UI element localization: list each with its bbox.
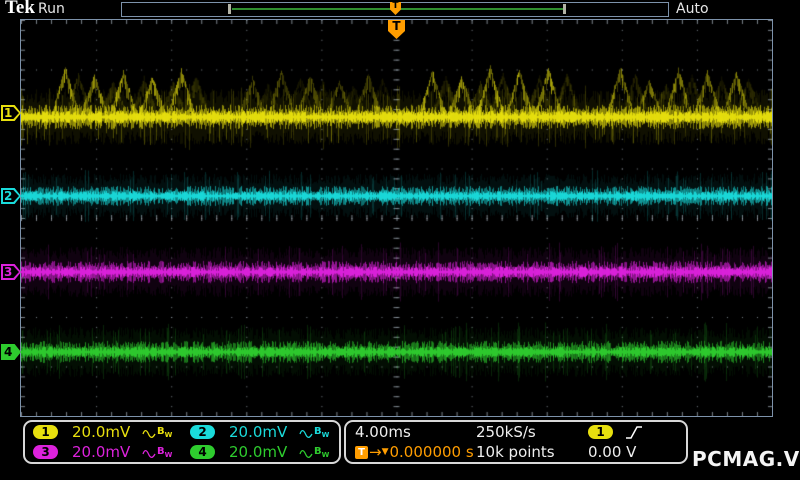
- channel-1-readout: 1 20.0mV BW: [25, 422, 182, 442]
- horizontal-readout-row: 4.00ms 250kS/s 1: [346, 422, 686, 442]
- record-length-readout: 10k points: [476, 443, 555, 461]
- channel-2-scale: 20.0mV: [229, 423, 288, 441]
- channel-1-badge: 1: [33, 425, 58, 439]
- record-view-bar: T: [121, 2, 669, 17]
- record-view-left-bracket: [228, 4, 231, 14]
- channel-3-badge: 3: [33, 445, 58, 459]
- tek-logo: Tek: [5, 0, 35, 18]
- trigger-readout-row: T → ▼ 0.000000 s 10k points 0.00 V: [346, 442, 686, 462]
- channel-3-marker-number: 3: [4, 265, 13, 279]
- trigger-mode: Auto: [676, 1, 709, 17]
- channel-4-badge: 4: [190, 445, 215, 459]
- channel-2-position-marker: 2: [1, 188, 21, 204]
- waveform-canvas: [21, 20, 772, 416]
- channel-2-marker-number: 2: [4, 189, 13, 203]
- trigger-position-group: T → ▼ 0.000000 s: [355, 443, 476, 461]
- channel-2-coupling-icons: BW: [299, 426, 329, 439]
- trigger-level-readout: 0.00 V: [588, 443, 637, 461]
- bandwidth-limit-icon: BW: [314, 425, 330, 439]
- channel-3-readout: 3 20.0mV BW: [25, 442, 182, 462]
- trigger-source-badge: 1: [588, 425, 613, 439]
- trigger-position-readout: 0.000000 s: [389, 443, 474, 461]
- channel-4-coupling-icons: BW: [299, 446, 329, 459]
- trigger-slope-icon: [626, 425, 642, 439]
- sample-rate-readout: 250kS/s: [476, 423, 536, 441]
- channel-4-readout: 4 20.0mV BW: [182, 442, 339, 462]
- channel-4-position-marker: 4: [1, 344, 21, 360]
- ac-coupling-icon: [142, 429, 156, 438]
- timebase-readout: 4.00ms: [355, 423, 411, 441]
- ac-coupling-icon: [142, 449, 156, 458]
- channel-4-marker-number: 4: [4, 345, 13, 359]
- ac-coupling-icon: [299, 449, 313, 458]
- channel-1-marker-number: 1: [4, 106, 13, 120]
- record-view-right-bracket: [563, 4, 566, 14]
- bandwidth-limit-icon: BW: [157, 425, 173, 439]
- channel-1-coupling-icons: BW: [142, 426, 172, 439]
- channel-3-scale: 20.0mV: [72, 443, 131, 461]
- channel-3-coupling-icons: BW: [142, 446, 172, 459]
- ac-coupling-icon: [299, 429, 313, 438]
- channel-1-scale: 20.0mV: [72, 423, 131, 441]
- graticule: [20, 19, 773, 417]
- trigger-down-marker-icon: ▼: [381, 447, 389, 457]
- horizontal-trigger-readout-box: 4.00ms 250kS/s 1 T → ▼ 0.000000 s 10k po…: [344, 420, 688, 464]
- acquisition-status: Run: [38, 1, 65, 17]
- channel-readout-box: 1 20.0mV BW 2 20.0mV BW 3 20.0mV BW 4 20…: [23, 420, 341, 464]
- channel-4-scale: 20.0mV: [229, 443, 288, 461]
- channel-1-position-marker: 1: [1, 105, 21, 121]
- trigger-t-icon: T: [355, 445, 368, 459]
- channel-3-position-marker: 3: [1, 264, 21, 280]
- channel-2-readout: 2 20.0mV BW: [182, 422, 339, 442]
- bandwidth-limit-icon: BW: [157, 445, 173, 459]
- channel-2-badge: 2: [190, 425, 215, 439]
- trigger-arrow-icon: →: [369, 443, 382, 461]
- bandwidth-limit-icon: BW: [314, 445, 330, 459]
- trigger-position-icon-small: T: [390, 2, 401, 15]
- watermark: PCMAG.VN: [692, 447, 800, 471]
